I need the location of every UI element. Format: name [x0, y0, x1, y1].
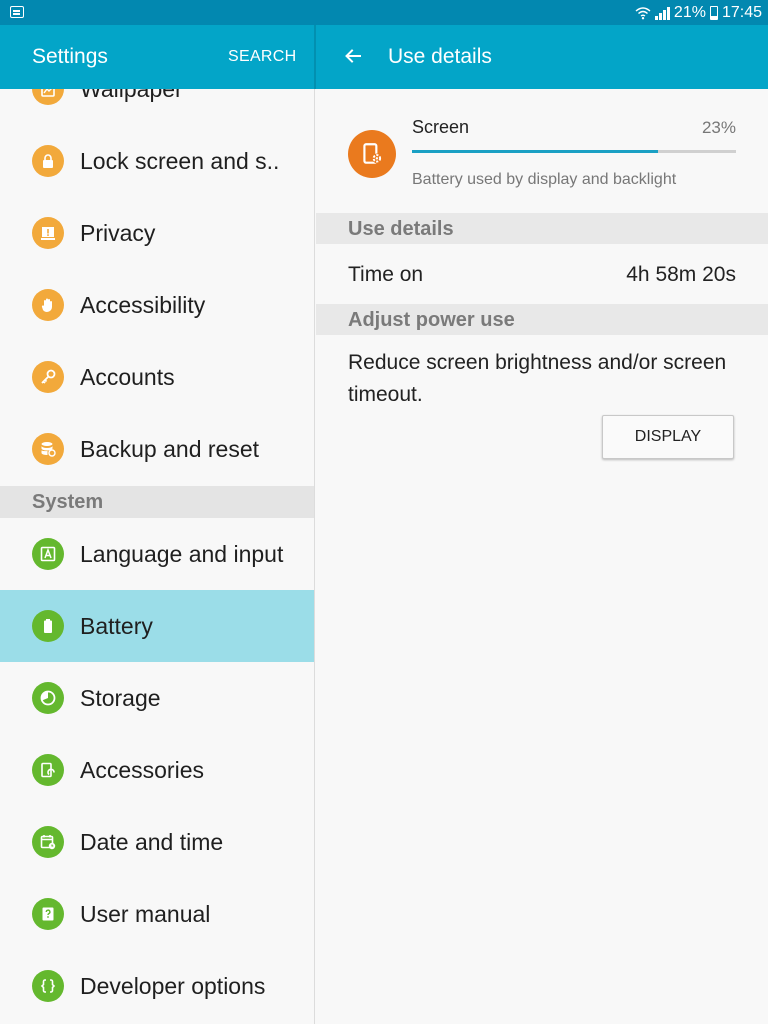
- section-header-use-details: Use details: [316, 213, 768, 244]
- wallpaper-icon: [32, 89, 64, 105]
- status-bar: 21% 17:45: [0, 0, 768, 25]
- settings-list: Wallpaper Lock screen and s.. Privacy Ac…: [0, 89, 315, 1024]
- pane-divider: [314, 25, 316, 89]
- backup-icon: [32, 433, 64, 465]
- sidebar-item-label: Accessibility: [80, 292, 206, 318]
- sidebar-item-wallpaper[interactable]: Wallpaper: [0, 89, 314, 125]
- sidebar-item-label: Accessories: [80, 757, 204, 783]
- sidebar-item-user-manual[interactable]: User manual: [0, 878, 314, 950]
- usage-description: Battery used by display and backlight: [412, 171, 677, 188]
- sidebar-item-label: Backup and reset: [80, 436, 260, 462]
- screen-settings-icon: [348, 130, 396, 178]
- help-icon: [32, 898, 64, 930]
- sidebar-item-date-time[interactable]: Date and time: [0, 806, 314, 878]
- use-details-pane: Screen 23% Battery used by display and b…: [316, 89, 768, 1024]
- usage-percent: 23%: [701, 118, 736, 137]
- sidebar-item-lock-screen[interactable]: Lock screen and s..: [0, 125, 314, 197]
- sidebar-item-label: Storage: [80, 685, 161, 711]
- sidebar-item-label: Developer options: [80, 973, 266, 999]
- display-button[interactable]: DISPLAY: [602, 415, 734, 459]
- wifi-icon: [635, 7, 651, 20]
- notification-icon: [10, 6, 24, 18]
- sidebar-item-label: Accounts: [80, 364, 175, 390]
- section-header-adjust-power: Adjust power use: [316, 304, 768, 335]
- page-title: Use details: [388, 45, 492, 68]
- sidebar-item-privacy[interactable]: Privacy: [0, 197, 314, 269]
- arrow-back-icon[interactable]: [338, 41, 368, 71]
- sidebar-item-developer-options[interactable]: Developer options: [0, 950, 314, 1022]
- time-on-value: 4h 58m 20s: [626, 263, 736, 286]
- code-braces-icon: [32, 970, 64, 1002]
- sidebar-item-label: Lock screen and s..: [80, 148, 280, 174]
- sidebar-item-label: Wallpaper: [80, 89, 183, 102]
- sidebar-item-battery[interactable]: Battery: [0, 590, 314, 662]
- sidebar-item-label: Privacy: [80, 220, 156, 246]
- sidebar-item-accessibility[interactable]: Accessibility: [0, 269, 314, 341]
- sidebar-item-language-input[interactable]: Language and input: [0, 518, 314, 590]
- action-bar: Settings SEARCH Use details: [0, 25, 768, 89]
- sidebar-item-label: Language and input: [80, 541, 284, 567]
- section-header-label: Use details: [348, 218, 454, 240]
- language-icon: [32, 538, 64, 570]
- key-icon: [32, 361, 64, 393]
- clock: 17:45: [721, 4, 762, 21]
- sidebar-item-label: User manual: [80, 901, 211, 927]
- search-button[interactable]: SEARCH: [228, 48, 296, 66]
- time-on-label: Time on: [348, 263, 424, 286]
- section-header-label: Adjust power use: [348, 309, 515, 331]
- calendar-icon: [32, 826, 64, 858]
- sidebar-item-label: Date and time: [80, 829, 224, 855]
- usage-progress-fill: [412, 150, 659, 153]
- usage-progress-bar: [412, 150, 736, 153]
- sidebar-item-storage[interactable]: Storage: [0, 662, 314, 734]
- battery-percent: 21%: [673, 4, 706, 21]
- sidebar-item-accessories[interactable]: Accessories: [0, 734, 314, 806]
- signal-icon: [654, 6, 670, 20]
- usage-item-label: Screen: [412, 117, 470, 137]
- hand-icon: [32, 289, 64, 321]
- sidebar-item-label: Battery: [80, 613, 153, 639]
- privacy-icon: [32, 217, 64, 249]
- sidebar-item-backup-reset[interactable]: Backup and reset: [0, 413, 314, 485]
- sidebar-item-accounts[interactable]: Accounts: [0, 341, 314, 413]
- adjust-power-text: Reduce screen brightness and/or screen t…: [348, 351, 727, 406]
- lock-icon: [32, 145, 64, 177]
- accessories-icon: [32, 754, 64, 786]
- settings-title: Settings: [32, 45, 108, 68]
- status-indicators: 21% 17:45: [635, 3, 762, 23]
- storage-icon: [32, 682, 64, 714]
- section-header-system: System: [0, 486, 314, 518]
- section-header-label: System: [32, 491, 104, 513]
- battery-icon: [32, 610, 64, 642]
- battery-icon: [709, 6, 718, 20]
